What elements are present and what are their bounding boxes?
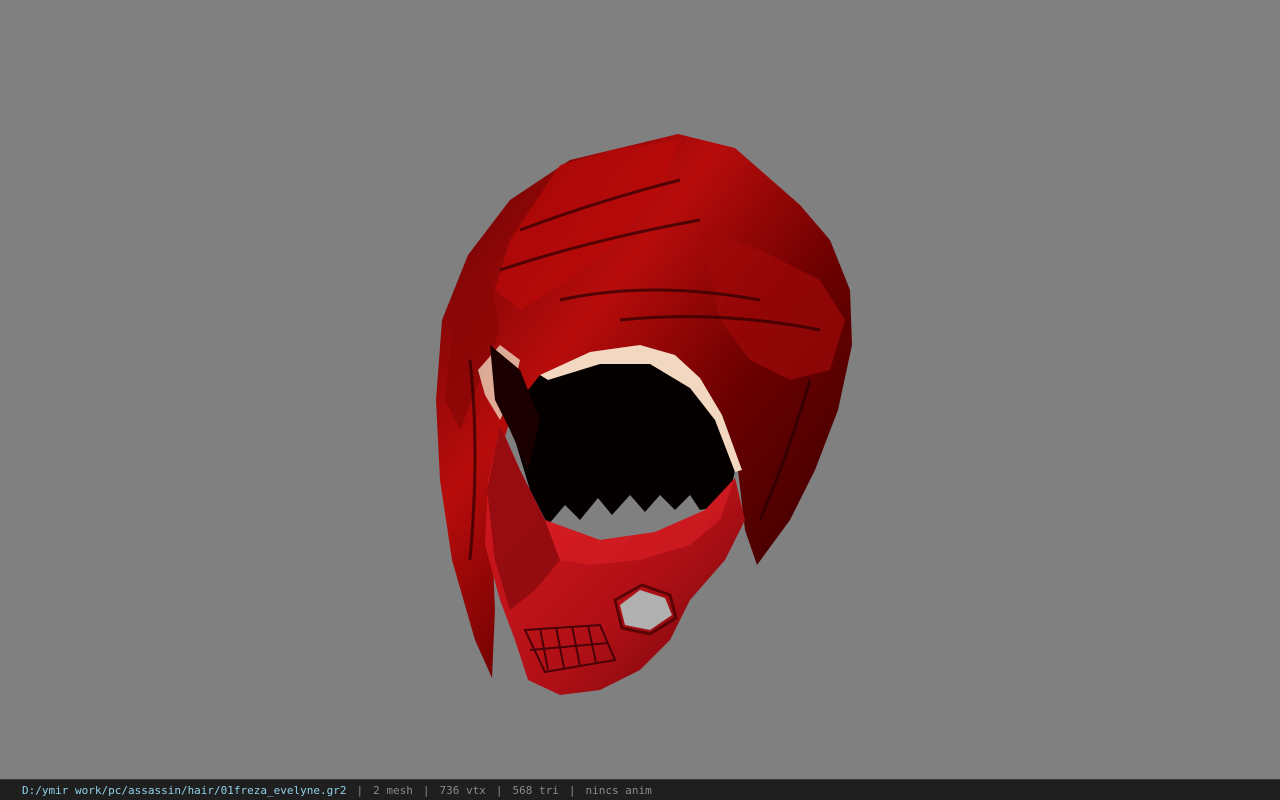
separator: | xyxy=(495,783,503,797)
hair-mask-model[interactable] xyxy=(0,0,1280,779)
3d-viewport[interactable] xyxy=(0,0,1280,779)
vertex-count: 736 vtx xyxy=(439,783,486,797)
separator: | xyxy=(422,783,430,797)
animation-status: nincs anim xyxy=(585,783,652,797)
triangle-count: 568 tri xyxy=(512,783,559,797)
separator: | xyxy=(568,783,576,797)
mesh-count: 2 mesh xyxy=(373,783,413,797)
separator: | xyxy=(356,783,364,797)
status-bar: D:/ymir work/pc/assassin/hair/01freza_ev… xyxy=(0,779,1280,800)
file-path: D:/ymir work/pc/assassin/hair/01freza_ev… xyxy=(22,783,347,797)
